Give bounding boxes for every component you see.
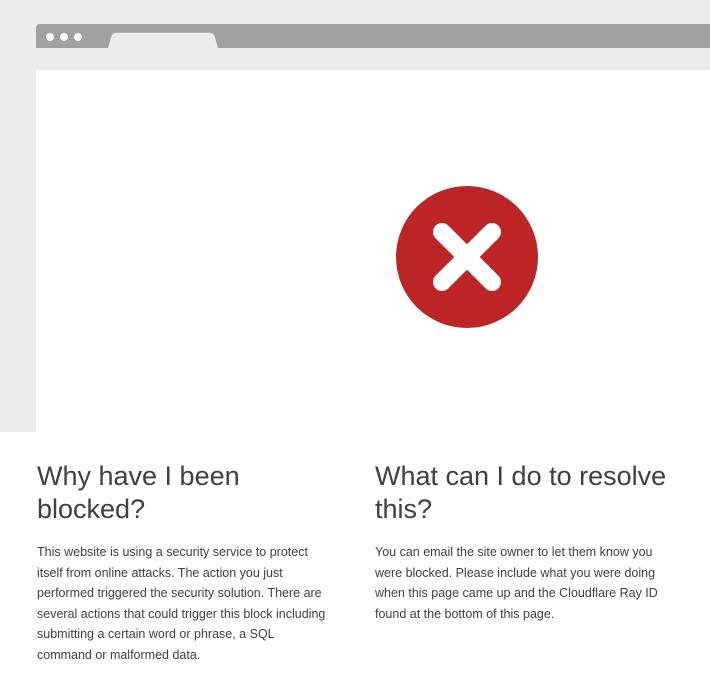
resolve-section: What can I do to resolve this? You can e…: [375, 460, 667, 624]
why-blocked-text: This website is using a security service…: [37, 545, 326, 662]
window-dot-icon: [60, 33, 68, 41]
window-dot-icon: [46, 33, 54, 41]
browser-window-illustration: [36, 24, 710, 48]
why-blocked-section: Why have I been blocked? This website is…: [37, 460, 329, 665]
window-dot-icon: [74, 33, 82, 41]
browser-viewport-illustration: [36, 70, 710, 432]
browser-tab-illustration: [108, 32, 218, 48]
resolve-text: You can email the site owner to let them…: [375, 545, 658, 621]
x-circle-icon: [396, 186, 538, 328]
x-mark-icon: [433, 223, 501, 291]
why-blocked-heading: Why have I been blocked?: [37, 461, 240, 524]
resolve-heading: What can I do to resolve this?: [375, 461, 667, 524]
